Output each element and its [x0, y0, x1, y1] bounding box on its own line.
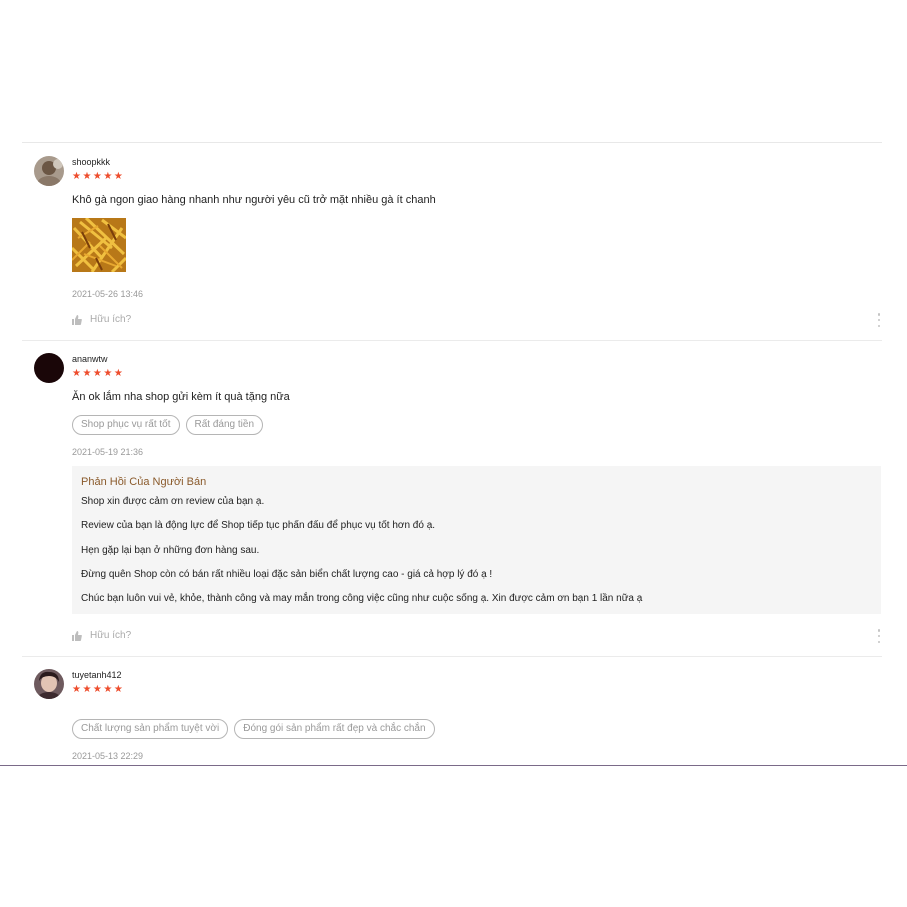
seller-reply-line: Shop xin được cảm ơn review của bạn ạ.: [81, 496, 265, 507]
more-vertical-icon[interactable]: [877, 629, 881, 643]
helpful-button[interactable]: Hữu ích?: [72, 630, 131, 641]
review-tag: Chất lượng sản phẩm tuyệt vời: [72, 719, 229, 739]
review-tag: Rất đáng tiền: [185, 415, 264, 435]
star-rating: ★★★★★: [72, 368, 125, 379]
review-date: 2021-05-13 22:29: [72, 751, 144, 761]
helpful-label: Hữu ích?: [90, 630, 132, 641]
seller-reply-line: Review của bạn là động lực để Shop tiếp …: [81, 520, 436, 531]
review-tags: Chất lượng sản phẩm tuyệt vời Đóng gói s…: [72, 719, 435, 739]
review-comment: Ăn ok lắm nha shop gửi kèm ít quà tặng n…: [72, 391, 290, 403]
review-comment: Khô gà ngon giao hàng nhanh như người yê…: [72, 194, 436, 206]
review-photo[interactable]: [72, 218, 126, 272]
star-rating: ★★★★★: [72, 684, 125, 695]
helpful-button[interactable]: Hữu ích?: [72, 314, 131, 325]
username: shoopkkk: [72, 157, 111, 167]
seller-reply-line: Hẹn gặp lại bạn ở những đơn hàng sau.: [81, 545, 260, 556]
review-tag: Đóng gói sản phẩm rất đẹp và chắc chắn: [234, 719, 435, 739]
seller-reply-title: Phản Hồi Của Người Bán: [81, 476, 207, 488]
helpful-label: Hữu ích?: [90, 314, 132, 325]
review-date: 2021-05-19 21:36: [72, 447, 144, 457]
divider: [22, 340, 882, 341]
panel-bottom-edge: [0, 765, 907, 766]
star-rating: ★★★★★: [72, 171, 125, 182]
thumbs-up-icon: [72, 314, 82, 325]
thumbs-up-icon: [72, 630, 82, 641]
username: ananwtw: [72, 354, 108, 364]
seller-reply-line: Đừng quên Shop còn có bán rất nhiều loại…: [81, 569, 493, 580]
avatar[interactable]: [34, 669, 64, 699]
seller-reply-line: Chúc bạn luôn vui vẻ, khỏe, thành công v…: [81, 593, 643, 604]
more-vertical-icon[interactable]: [877, 313, 881, 327]
review-date: 2021-05-26 13:46: [72, 289, 144, 299]
review-tag: Shop phục vụ rất tốt: [72, 415, 180, 435]
divider: [22, 656, 882, 657]
avatar[interactable]: [34, 156, 64, 186]
review-list: shoopkkk ★★★★★ Khô gà ngon giao hàng nha…: [22, 142, 882, 766]
avatar[interactable]: [34, 353, 64, 383]
seller-reply: Phản Hồi Của Người Bán Shop xin được cảm…: [72, 466, 881, 614]
review-tags: Shop phục vụ rất tốt Rất đáng tiền: [72, 415, 264, 435]
username: tuyetanh412: [72, 670, 122, 680]
